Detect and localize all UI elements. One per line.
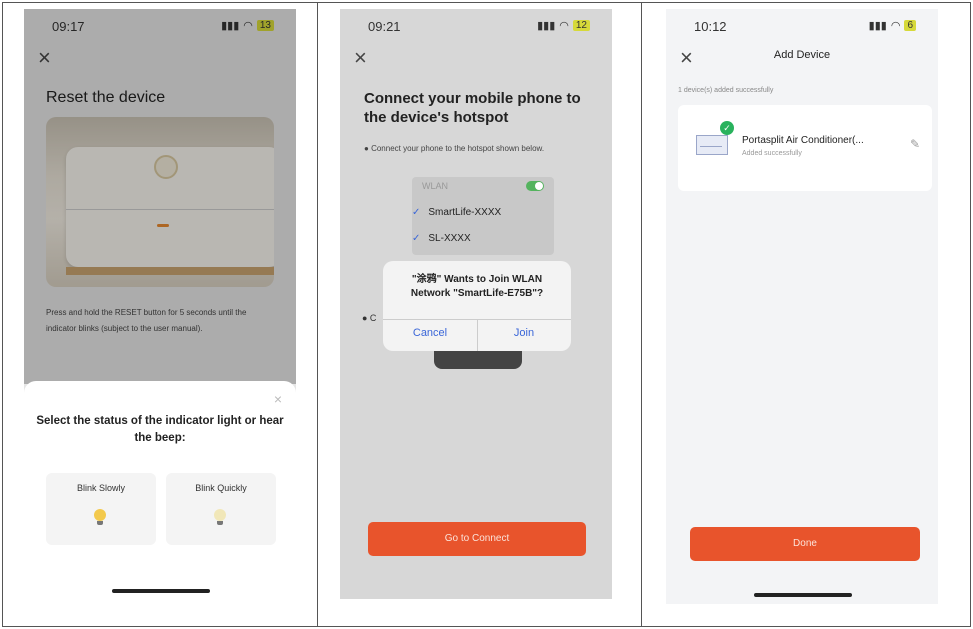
network-name: SL-XXXX xyxy=(428,233,471,244)
lightbulb-base xyxy=(97,521,103,525)
option-blink-slowly[interactable]: Blink Slowly xyxy=(46,473,156,545)
edit-icon[interactable]: ✎ xyxy=(910,137,920,151)
instruction-label: Connect your phone to the hotspot shown … xyxy=(371,144,545,153)
checkmark-icon: ✓ xyxy=(412,233,421,244)
status-time: 10:12 xyxy=(694,19,727,34)
success-note: 1 device(s) added successfully xyxy=(678,87,774,94)
bullet-icon: ● C xyxy=(362,313,377,323)
home-indicator xyxy=(112,589,210,593)
status-icons: ▮▮▮ ◠ 12 xyxy=(537,19,590,32)
wlan-label: WLAN xyxy=(422,181,449,191)
option-blink-quickly[interactable]: Blink Quickly xyxy=(166,473,276,545)
done-button[interactable]: Done xyxy=(690,527,920,561)
network-item: ✓ SmartLife-XXXX xyxy=(412,207,501,218)
wifi-icon: ◠ xyxy=(559,20,569,32)
device-status: Added successfully xyxy=(742,150,802,157)
panel-divider xyxy=(641,2,642,627)
sheet-question: Select the status of the indicator light… xyxy=(36,415,284,444)
wlan-toggle xyxy=(526,181,544,191)
page-title: Connect your mobile phone to the device'… xyxy=(364,90,581,126)
option-label: Blink Quickly xyxy=(195,483,247,493)
signal-icon: ▮▮▮ xyxy=(868,20,887,32)
screen-add-device: 10:12 ▮▮▮ ◠ 6 × Add Device 1 device(s) a… xyxy=(666,9,938,604)
device-card[interactable]: ✓ Portasplit Air Conditioner(... Added s… xyxy=(678,105,932,191)
close-icon[interactable]: × xyxy=(354,47,367,69)
device-name: Portasplit Air Conditioner(... xyxy=(742,135,864,146)
wifi-settings-preview: WLAN ✓ SmartLife-XXXX ✓ SL-XXXX xyxy=(412,177,554,255)
join-network-alert: "涂鸦" Wants to Join WLAN Network "SmartLi… xyxy=(383,261,571,351)
alert-cancel-button[interactable]: Cancel xyxy=(383,327,477,339)
go-to-connect-button[interactable]: Go to Connect xyxy=(368,522,586,556)
panel-divider xyxy=(317,2,318,627)
page-title: Add Device xyxy=(773,49,831,61)
bottom-sheet: × Select the status of the indicator lig… xyxy=(24,381,296,609)
check-badge-icon: ✓ xyxy=(720,121,734,135)
alert-join-button[interactable]: Join xyxy=(477,327,571,339)
battery-icon: 12 xyxy=(572,20,590,31)
lightbulb-icon xyxy=(94,509,106,521)
alert-message: "涂鸦" Wants to Join WLAN Network "SmartLi… xyxy=(410,274,544,299)
screen-reset-device: 09:17 ▮▮▮ ◠ 13 × Reset the device Press … xyxy=(24,9,296,609)
checkmark-icon: ✓ xyxy=(412,207,421,218)
instruction-text: ● Connect your phone to the hotspot show… xyxy=(364,144,545,153)
status-icons: ▮▮▮ ◠ 6 xyxy=(869,19,916,32)
sheet-close-icon[interactable]: × xyxy=(274,391,282,407)
option-label: Blink Slowly xyxy=(76,483,125,493)
home-indicator xyxy=(754,593,852,597)
signal-icon: ▮▮▮ xyxy=(537,20,556,32)
network-item: ✓ SL-XXXX xyxy=(412,233,471,244)
status-time: 09:21 xyxy=(368,19,401,34)
battery-icon: 6 xyxy=(904,20,916,31)
status-bar: 10:12 ▮▮▮ ◠ 6 xyxy=(666,17,938,37)
dim-overlay xyxy=(24,9,296,384)
air-conditioner-icon xyxy=(696,135,728,155)
screen-connect-hotspot: 09:21 ▮▮▮ ◠ 12 × Connect your mobile pho… xyxy=(340,9,612,599)
lightbulb-base xyxy=(217,521,223,525)
lightbulb-icon xyxy=(214,509,226,521)
wifi-icon: ◠ xyxy=(890,20,901,32)
network-name: SmartLife-XXXX xyxy=(428,207,502,218)
status-bar: 09:21 ▮▮▮ ◠ 12 xyxy=(340,17,612,37)
